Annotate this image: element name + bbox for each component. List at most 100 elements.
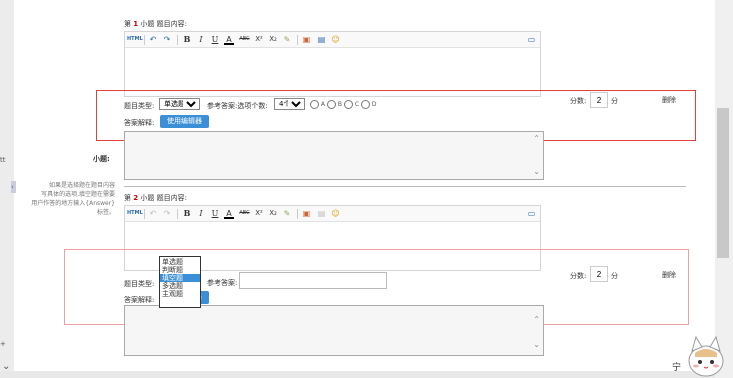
hint-line: 如果是选择题在题目内容 [48, 182, 115, 189]
html-source-icon[interactable]: HTML [127, 208, 143, 219]
toolbar-divider [177, 209, 178, 219]
italic-icon[interactable]: I [196, 34, 206, 45]
scroll-up-icon: ⌃ [533, 315, 540, 324]
dropdown-option[interactable]: 多选题 [160, 282, 200, 290]
question-1-answer-label: 参考答案:选项个数: [207, 102, 268, 110]
scroll-down-icon: ⌄ [533, 167, 540, 176]
question-1-type-label: 题目类型: [124, 102, 155, 110]
underline-icon[interactable]: U [210, 208, 220, 219]
dropdown-option-selected[interactable]: 填空题 [160, 274, 200, 282]
font-color-icon[interactable]: A [224, 208, 234, 219]
emoticon-icon[interactable]: ☺ [330, 208, 341, 219]
image-icon[interactable]: ▣ [301, 34, 312, 45]
image-icon[interactable]: ▣ [301, 208, 312, 219]
bold-icon[interactable]: B [182, 34, 192, 45]
redo-icon[interactable]: ↷ [162, 208, 172, 219]
question-1-score-input[interactable] [590, 92, 608, 108]
gutter-char: + [0, 340, 6, 348]
redo-icon[interactable]: ↷ [162, 34, 172, 45]
toolbar-divider [177, 35, 178, 45]
scroll-down-icon: ⌄ [533, 340, 540, 349]
toolbar-divider [144, 35, 145, 45]
option-c-radio[interactable] [343, 100, 353, 109]
superscript-icon[interactable]: X² [253, 34, 265, 45]
toolbar-divider [297, 209, 298, 219]
html-source-icon[interactable]: HTML [127, 34, 143, 45]
undo-icon[interactable]: ↶ [148, 208, 158, 219]
score-unit: 分 [611, 272, 618, 280]
eraser-icon[interactable]: ✎ [282, 34, 292, 45]
eraser-icon[interactable]: ✎ [282, 208, 292, 219]
dropdown-option[interactable]: 主观题 [160, 290, 200, 298]
subscript-icon[interactable]: X₂ [267, 208, 279, 219]
option-label: B [337, 101, 342, 108]
option-a-radio[interactable] [310, 100, 319, 109]
question-1-header: 第 1 小题 题目内容: [124, 19, 187, 29]
mascot-cat-icon [688, 335, 724, 377]
question-2-answer-label: 参考答案: [207, 279, 238, 287]
question-type-dropdown[interactable]: 单选题 判断题 填空题 多选题 主观题 [159, 256, 201, 308]
scroll-up-icon: ⌃ [533, 134, 540, 143]
score-unit: 分 [611, 97, 618, 105]
question-2-header: 第 2 小题 题目内容: [124, 193, 187, 203]
strikethrough-icon[interactable]: ABC [237, 208, 252, 219]
toolbar-divider [144, 209, 145, 219]
question-1-option-radios: A B C D [310, 100, 377, 109]
question-1-explain-textarea[interactable]: ⌃ ⌄ [124, 131, 544, 180]
option-label: D [371, 101, 377, 108]
question-1-delete-link[interactable]: 删除 [662, 95, 676, 105]
toolbar-divider [297, 35, 298, 45]
question-1-editor[interactable]: HTML ↶ ↷ B I U A ABC X² X₂ ✎ ▣ ▤ ☺ ▭ [124, 31, 541, 97]
scrollbar-thumb[interactable] [717, 108, 729, 258]
horizontal-scrollbar[interactable] [0, 371, 715, 378]
section-divider [124, 186, 686, 187]
strikethrough-icon[interactable]: ABC [237, 34, 252, 45]
media-icon[interactable]: ▤ [316, 34, 327, 45]
expand-sidebar-icon[interactable]: ‹ [11, 181, 16, 193]
question-1-type-select[interactable]: 单选题 [159, 98, 200, 110]
subscript-icon[interactable]: X₂ [267, 34, 279, 45]
emoticon-icon[interactable]: ☺ [330, 34, 341, 45]
question-number: 1 [133, 20, 139, 28]
undo-icon[interactable]: ↶ [148, 34, 158, 45]
fullscreen-icon[interactable]: ▭ [526, 34, 537, 45]
question-1-use-editor-button[interactable]: 使用编辑器 [160, 115, 209, 128]
vertical-scrollbar[interactable] [715, 0, 733, 378]
header-prefix: 第 [124, 20, 131, 28]
editor-toolbar: HTML ↶ ↷ B I U A ABC X² X₂ ✎ ▣ ▤ ☺ ▭ [125, 32, 540, 48]
question-1-score-label: 分数: [570, 97, 587, 105]
hint-text: 如果是选择题在题目内容 写具体的选项,填空题在需要 用户作答的地方输入{Answ… [20, 181, 115, 217]
question-2-score-input[interactable] [590, 266, 608, 282]
header-prefix: 第 [124, 194, 131, 202]
subquestion-label: 小题: [93, 155, 110, 163]
dropdown-option[interactable]: 判断题 [160, 266, 200, 274]
option-b-radio[interactable] [326, 100, 336, 109]
question-number: 2 [133, 194, 139, 202]
question-1-explain-label: 答案解释: [124, 119, 155, 127]
header-suffix: 小题 [140, 194, 155, 202]
question-2-score-label: 分数: [570, 272, 587, 280]
bold-icon[interactable]: B [182, 208, 192, 219]
hint-line: 写具体的选项,填空题在需要 [41, 191, 115, 198]
question-2-answer-input[interactable] [239, 272, 387, 289]
editor-toolbar: HTML ↶ ↷ B I U A ABC X² X₂ ✎ ▣ ▤ ☺ ▭ [125, 206, 540, 222]
gutter-char: tt [0, 156, 6, 164]
fullscreen-icon[interactable]: ▭ [526, 208, 537, 219]
question-1-options-count-select[interactable]: 4个 [274, 98, 305, 110]
media-icon[interactable]: ▤ [316, 208, 327, 219]
option-label: C [354, 101, 360, 108]
question-2-explain-label: 答案解释: [124, 296, 155, 304]
question-2-explain-textarea[interactable]: ⌃ ⌄ [124, 305, 544, 356]
hint-line: 用户作答的地方输入{Answer} [31, 200, 115, 207]
option-label: A [320, 101, 326, 108]
font-color-icon[interactable]: A [224, 34, 234, 45]
content-label: 题目内容: [156, 194, 187, 202]
hint-line: 标签。 [96, 209, 115, 216]
italic-icon[interactable]: I [196, 208, 206, 219]
option-d-radio[interactable] [360, 100, 370, 109]
superscript-icon[interactable]: X² [253, 208, 265, 219]
underline-icon[interactable]: U [210, 34, 220, 45]
question-2-delete-link[interactable]: 删除 [662, 270, 676, 280]
dropdown-option[interactable]: 单选题 [160, 258, 200, 266]
corner-label: 宁 [672, 363, 682, 373]
